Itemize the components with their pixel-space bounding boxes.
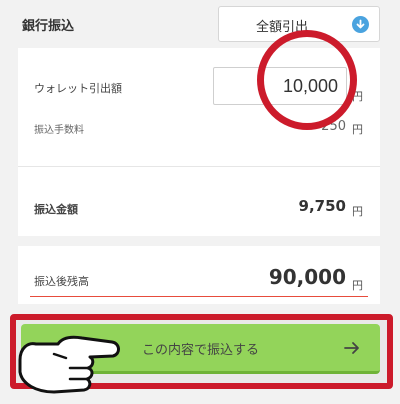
highlight-circle (257, 30, 357, 130)
fee-label: 振込手数料 (34, 125, 84, 136)
pointing-hand-icon (14, 322, 124, 404)
arrow-right-icon (344, 340, 360, 359)
wallet-withdrawal-label: ウォレット引出額 (34, 82, 122, 95)
page-title: 銀行振込 (22, 19, 75, 34)
chevron-down-icon (352, 16, 369, 33)
balance-underline (30, 296, 368, 297)
fee-unit: 円 (352, 123, 363, 136)
transfer-amount-value: 9,750 (298, 197, 346, 215)
balance-after-value: 90,000 (268, 265, 346, 289)
balance-after-unit: 円 (352, 279, 363, 292)
transfer-amount-unit: 円 (352, 205, 363, 218)
withdraw-mode-value: 全額引出 (255, 20, 308, 35)
balance-after-label: 振込後残高 (34, 275, 89, 288)
transfer-amount-label: 振込金額 (34, 203, 78, 216)
